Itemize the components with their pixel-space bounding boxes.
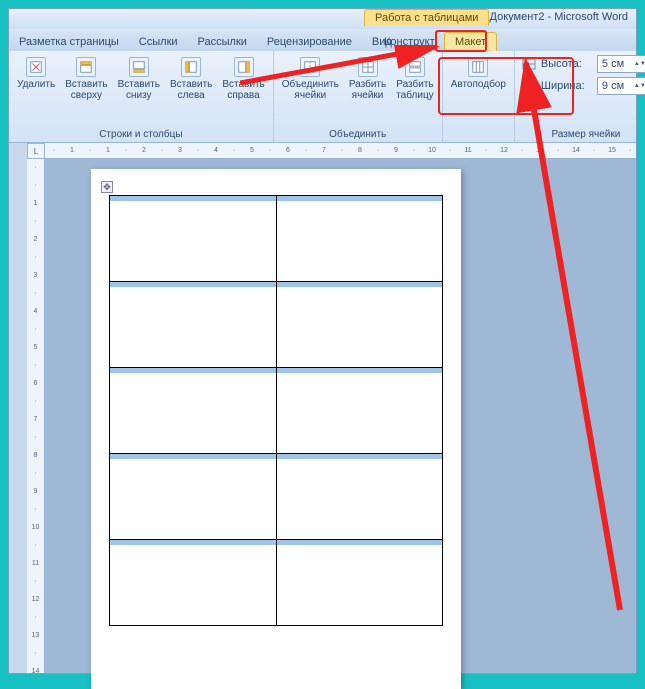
table-cell[interactable]: [110, 454, 277, 540]
table-row: [110, 282, 443, 368]
insert-below-button[interactable]: Вставить снизу: [116, 55, 162, 103]
width-field: Ширина: 9 см ▲▼: [521, 77, 645, 95]
table[interactable]: [109, 195, 443, 626]
table-cell[interactable]: [110, 282, 277, 368]
split-cells-icon: [358, 57, 378, 77]
vertical-ruler[interactable]: ··1·2·3·4·5·6·7·8·9·10·11·12·13·14·15: [27, 159, 45, 673]
group-autofit: Автоподбор: [443, 51, 515, 142]
insert-below-icon: [129, 57, 149, 77]
col-width-icon: [521, 79, 537, 93]
insert-right-icon: [234, 57, 254, 77]
context-tab-label: Работа с таблицами: [364, 9, 489, 26]
insert-above-icon: [76, 57, 96, 77]
table-cell[interactable]: [276, 368, 443, 454]
delete-button[interactable]: Удалить: [15, 55, 57, 103]
group-cell-size: Высота: 5 см ▲▼ Ширина: 9 см ▲▼ Размер я…: [515, 51, 645, 142]
left-margin: [9, 143, 27, 673]
table-move-handle[interactable]: ✥: [101, 181, 113, 193]
titlebar: Работа с таблицами Документ2 - Microsoft…: [9, 9, 636, 29]
height-label: Высота:: [541, 58, 593, 70]
horizontal-ruler[interactable]: ·1·1·2·3·4·5·6·7·8·9·10·11·12·13·14·15·1…: [45, 143, 636, 159]
group-rows-columns: Удалить Вставить сверху Вставить снизу В…: [9, 51, 274, 142]
table-cell[interactable]: [276, 540, 443, 626]
ribbon-tabs: Разметка страницы Ссылки Рассылки Реценз…: [9, 29, 636, 51]
insert-left-icon: [181, 57, 201, 77]
tab-page-layout[interactable]: Разметка страницы: [9, 33, 129, 51]
tab-mailings[interactable]: Рассылки: [188, 33, 257, 51]
autofit-button[interactable]: Автоподбор: [449, 55, 508, 92]
table-cell[interactable]: [110, 368, 277, 454]
tab-layout[interactable]: Макет: [444, 32, 497, 51]
insert-above-button[interactable]: Вставить сверху: [63, 55, 109, 103]
tab-review[interactable]: Рецензирование: [257, 33, 362, 51]
table-cell[interactable]: [276, 454, 443, 540]
ruler-corner[interactable]: L: [27, 143, 45, 159]
table-row: [110, 196, 443, 282]
delete-icon: [26, 57, 46, 77]
document-area: L ·1·1·2·3·4·5·6·7·8·9·10·11·12·13·14·15…: [9, 143, 636, 673]
autofit-icon: [468, 57, 488, 77]
table-row: [110, 368, 443, 454]
group-caption: Размер ячейки: [551, 127, 620, 140]
height-field: Высота: 5 см ▲▼: [521, 55, 645, 73]
group-caption: Строки и столбцы: [99, 127, 182, 140]
tab-references[interactable]: Ссылки: [129, 33, 188, 51]
app-window: Работа с таблицами Документ2 - Microsoft…: [8, 8, 637, 674]
width-input[interactable]: 9 см ▲▼: [597, 77, 645, 95]
insert-right-button[interactable]: Вставить справа: [220, 55, 266, 103]
merge-cells-icon: [300, 57, 320, 77]
tab-design[interactable]: Конструкт: [374, 33, 445, 51]
row-height-icon: [521, 57, 537, 71]
merge-cells-button[interactable]: Объединить ячейки: [280, 55, 341, 103]
spinner-icon[interactable]: ▲▼: [634, 61, 645, 67]
table-row: [110, 454, 443, 540]
table-cell[interactable]: [110, 540, 277, 626]
table-row: [110, 540, 443, 626]
spinner-icon[interactable]: ▲▼: [634, 83, 645, 89]
group-caption: Объединить: [329, 127, 386, 140]
split-cells-button[interactable]: Разбить ячейки: [347, 55, 388, 103]
page[interactable]: ✥: [91, 169, 461, 689]
height-input[interactable]: 5 см ▲▼: [597, 55, 645, 73]
table-cell[interactable]: [276, 196, 443, 282]
width-label: Ширина:: [541, 80, 593, 92]
table-cell[interactable]: [110, 196, 277, 282]
split-table-button[interactable]: Разбить таблицу: [394, 55, 435, 103]
split-table-icon: [405, 57, 425, 77]
table-cell[interactable]: [276, 282, 443, 368]
insert-left-button[interactable]: Вставить слева: [168, 55, 214, 103]
group-merge: Объединить ячейки Разбить ячейки Разбить…: [274, 51, 443, 142]
document-title: Документ2 - Microsoft Word: [490, 11, 628, 23]
ribbon: Удалить Вставить сверху Вставить снизу В…: [9, 51, 636, 143]
